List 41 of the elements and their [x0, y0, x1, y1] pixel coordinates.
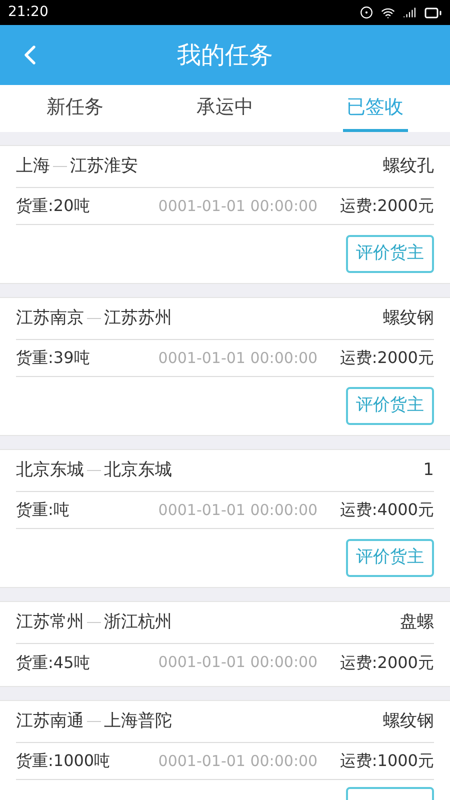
destination-city: 北京东城	[104, 458, 172, 482]
destination-city: 江苏苏州	[104, 306, 172, 330]
page-title: 我的任务	[177, 40, 273, 71]
cargo-weight: 货重:20吨	[16, 195, 91, 217]
task-card[interactable]: 江苏南京 江苏苏州 螺纹钢 货重:39吨 0001-01-01 00:00:00 运费:2000元 评价货主	[0, 297, 450, 436]
origin-city: 江苏南京	[16, 306, 84, 330]
date-time: 0001-01-01 00:00:00	[158, 196, 318, 217]
origin-city: 江苏常州	[16, 610, 84, 634]
tab[interactable]: 新任务	[42, 85, 108, 132]
origin-city: 江苏南通	[16, 710, 84, 733]
cargo-weight: 货重:39吨	[16, 347, 91, 369]
date-time: 0001-01-01 00:00:00	[158, 500, 318, 521]
cargo-weight: 货重:1000吨	[16, 750, 112, 772]
cargo-type: 1	[423, 458, 434, 482]
origin-city: 北京东城	[16, 458, 84, 482]
freight-fee: 运费:2000元	[340, 347, 434, 369]
task-card[interactable]: 上海 江苏淮安 螺纹孔 货重:20吨 0001-01-01 00:00:00 运费:2000元 评价货主	[0, 145, 450, 284]
cargo-type: 螺纹钢	[383, 306, 434, 330]
freight-fee: 运费:1000元	[340, 750, 434, 772]
date-time: 0001-01-01 00:00:00	[158, 652, 318, 674]
freight-fee: 运费:4000元	[340, 499, 434, 521]
destination-city: 上海普陀	[104, 710, 172, 733]
destination-city: 江苏淮安	[70, 154, 138, 178]
freight-fee: 运费:2000元	[340, 652, 434, 674]
task-card[interactable]: 北京东城 北京东城 1 货重:吨 0001-01-01 00:00:00 运费:4000元 评价货主	[0, 449, 450, 588]
cargo-type: 螺纹孔	[383, 154, 434, 178]
origin-city: 上海	[16, 154, 50, 178]
task-card[interactable]: 江苏南通 上海普陀 螺纹钢 货重:1000吨 0001-01-01 00:00:00 运费:1000元	[0, 700, 450, 800]
cargo-type: 盘螺	[400, 610, 434, 634]
date-time: 0001-01-01 00:00:00	[158, 348, 318, 369]
signal-icon	[403, 6, 416, 19]
destination-city: 浙江杭州	[104, 610, 172, 634]
date-time: 0001-01-01 00:00:00	[158, 750, 318, 772]
cargo-type: 螺纹钢	[383, 710, 434, 733]
cargo-weight: 货重:吨	[16, 499, 70, 521]
cargo-weight: 货重:45吨	[16, 652, 91, 674]
freight-fee: 运费:2000元	[340, 195, 434, 217]
task-card[interactable]: 江苏常州 浙江杭州 盘螺 货重:45吨 0001-01-01 00:00:00 运费:2000元	[0, 601, 450, 687]
status-time: 21:20	[8, 3, 48, 22]
tab[interactable]: 承运中	[192, 85, 258, 132]
wifi-icon	[381, 6, 395, 20]
